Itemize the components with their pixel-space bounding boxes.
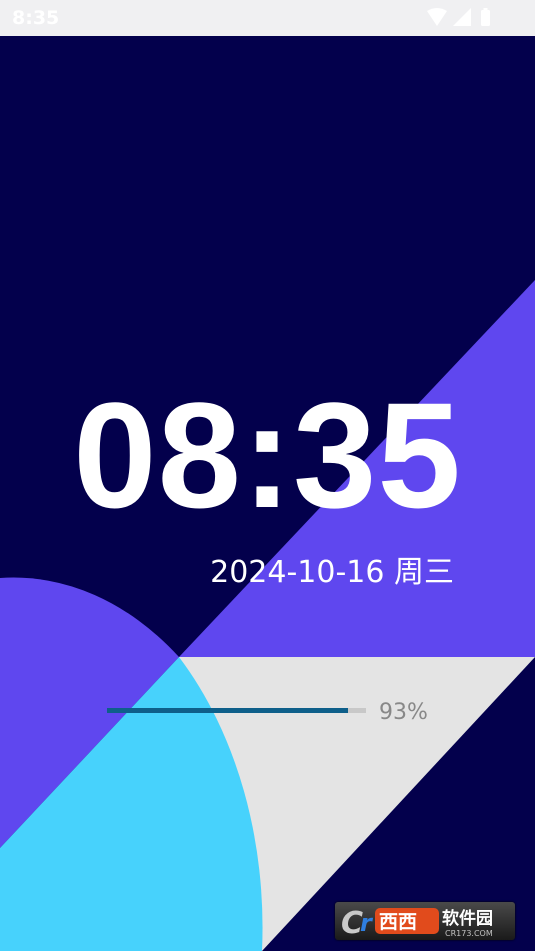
lockscreen-clock: 08:35 (73, 371, 462, 539)
svg-text:r: r (360, 909, 374, 937)
watermark-brand-rest: 软件园 (442, 908, 493, 929)
lockscreen-date: 2024-10-16 周三 (210, 555, 454, 590)
status-time: 8:35 (12, 7, 60, 29)
watermark-url: CR173.COM (445, 929, 493, 938)
battery-percent-label: 93% (379, 700, 428, 725)
status-bar: 8:35 (0, 0, 535, 37)
status-icons (425, 7, 495, 29)
signal-icon (453, 8, 471, 26)
battery-progress-bar (107, 708, 366, 713)
watermark-logo: C r 西西 软件园 CR173.COM (335, 902, 515, 941)
battery-icon (481, 8, 490, 26)
wifi-icon (427, 8, 447, 26)
watermark-brand-part: 西西 (379, 911, 417, 933)
battery-progress-fill (107, 708, 348, 713)
